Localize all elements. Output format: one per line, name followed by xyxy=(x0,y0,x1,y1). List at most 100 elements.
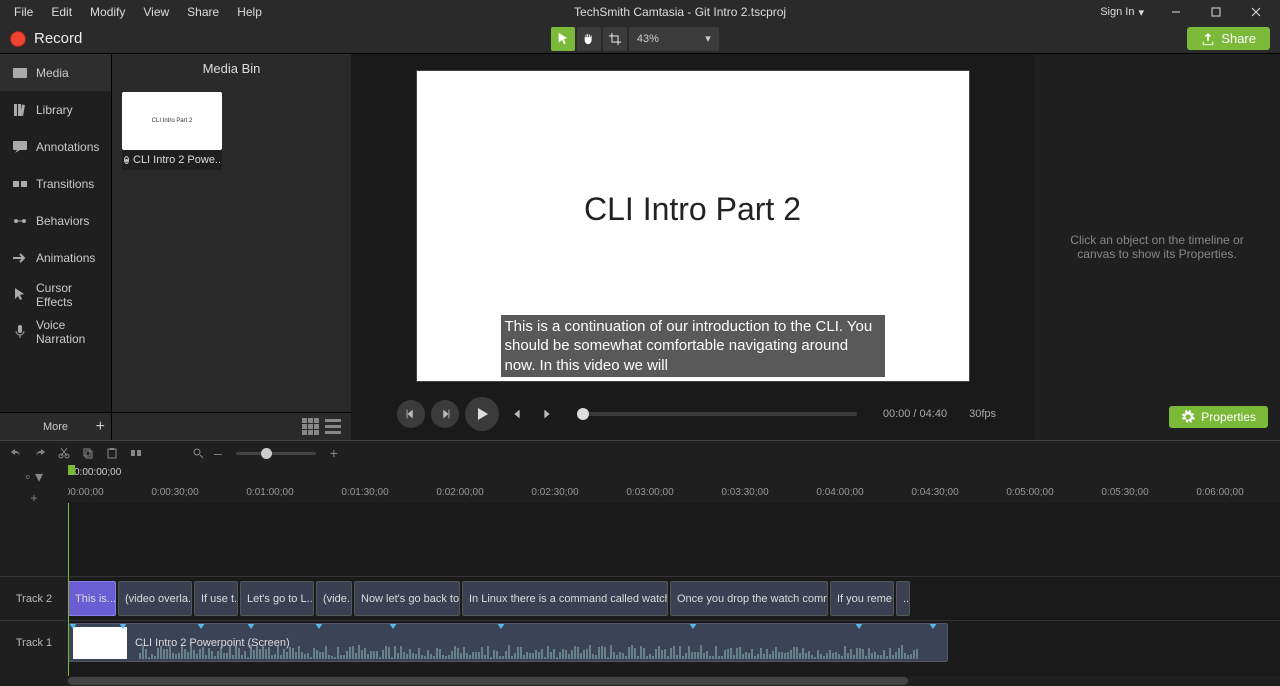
close-button[interactable] xyxy=(1238,0,1274,24)
marker-dropdown-icon[interactable]: ◦ ▾ xyxy=(25,467,43,487)
paste-button[interactable] xyxy=(104,445,120,461)
ruler-tick: 0:05:00;00 xyxy=(1006,487,1053,498)
sign-in-button[interactable]: Sign In ▾ xyxy=(1090,6,1154,19)
caption-clip[interactable]: (vide... xyxy=(316,581,352,616)
share-icon xyxy=(1201,32,1215,46)
clip-marker[interactable] xyxy=(315,623,323,629)
cut-button[interactable] xyxy=(56,445,72,461)
caption-clip[interactable]: This is... xyxy=(68,581,116,616)
redo-button[interactable] xyxy=(32,445,48,461)
ruler-tick: 0:03:00;00 xyxy=(626,487,673,498)
caption-clip[interactable]: If you reme... xyxy=(830,581,894,616)
clip-marker[interactable] xyxy=(69,623,77,629)
track-row-1[interactable]: CLI Intro 2 Powerpoint (Screen) xyxy=(68,620,1280,664)
clip-marker[interactable] xyxy=(497,623,505,629)
clip-marker[interactable] xyxy=(119,623,127,629)
sidebar-tab-annotations[interactable]: Annotations xyxy=(0,128,111,165)
sidebar-tab-library[interactable]: Library xyxy=(0,91,111,128)
caption-clip[interactable]: If use t... xyxy=(194,581,238,616)
record-button[interactable]: Record xyxy=(0,30,82,47)
ruler-tick: 0:01:30;00 xyxy=(341,487,388,498)
timeline-ruler[interactable]: 0:00:00;00 0:00:00;000:00:30;000:01:00;0… xyxy=(68,465,1280,503)
menu-help[interactable]: Help xyxy=(229,3,270,21)
caption-clip[interactable]: Now let's go back to... xyxy=(354,581,460,616)
sidebar-tab-behaviors[interactable]: Behaviors xyxy=(0,202,111,239)
properties-button[interactable]: Properties xyxy=(1169,406,1268,428)
menu-edit[interactable]: Edit xyxy=(43,3,80,21)
minimize-button[interactable] xyxy=(1158,0,1194,24)
crop-tool-button[interactable] xyxy=(603,27,627,51)
canvas-zoom-select[interactable]: 43% ▾ xyxy=(629,27,719,51)
media-bin-panel: Media Bin CLI Intro Part 2 CLI Intro 2 P… xyxy=(112,54,351,440)
menu-share[interactable]: Share xyxy=(179,3,227,21)
more-label: More xyxy=(43,421,68,433)
zoom-search-icon xyxy=(190,445,206,461)
chevron-down-icon: ▾ xyxy=(705,32,711,45)
timeline-panel: – + ◦ ▾ + ▾ 0:00:00;00 0:00:00;000:00:30… xyxy=(0,440,1280,686)
sidebar-tab-voice-narration[interactable]: Voice Narration xyxy=(0,313,111,350)
caption-clip[interactable]: ... xyxy=(896,581,910,616)
copy-button[interactable] xyxy=(80,445,96,461)
track-label-1[interactable]: Track 1 xyxy=(0,620,68,664)
share-button[interactable]: Share xyxy=(1187,27,1270,50)
media-bin-header: Media Bin xyxy=(112,54,351,82)
menu-file[interactable]: File xyxy=(6,3,41,21)
menu-modify[interactable]: Modify xyxy=(82,3,133,21)
previous-clip-button[interactable] xyxy=(505,402,529,426)
grid-view-button[interactable] xyxy=(301,418,319,436)
timeline-scrollbar[interactable] xyxy=(0,676,1280,686)
playback-controls: 00:00 / 04:40 30fps xyxy=(351,388,1034,440)
previous-frame-button[interactable] xyxy=(397,400,425,428)
seek-handle[interactable] xyxy=(577,408,589,420)
next-clip-button[interactable] xyxy=(535,402,559,426)
recording-indicator-icon xyxy=(124,156,129,164)
main-menu: File Edit Modify View Share Help xyxy=(0,3,270,21)
sidebar-tab-media[interactable]: Media xyxy=(0,54,111,91)
zoom-in-button[interactable]: + xyxy=(330,445,338,461)
plus-icon: + xyxy=(96,418,105,436)
zoom-out-button[interactable]: – xyxy=(214,445,222,461)
sidebar-more-button[interactable]: More + xyxy=(0,412,111,440)
media-item[interactable]: CLI Intro Part 2 CLI Intro 2 Powe... xyxy=(122,92,222,170)
split-button[interactable] xyxy=(128,445,144,461)
ruler-tick: 0:04:30;00 xyxy=(911,487,958,498)
clip-marker[interactable] xyxy=(389,623,397,629)
seek-bar[interactable] xyxy=(577,412,857,416)
caption-clip[interactable]: (video overla... xyxy=(118,581,192,616)
sidebar-tab-transitions[interactable]: Transitions xyxy=(0,165,111,202)
clip-marker[interactable] xyxy=(855,623,863,629)
timeline-zoom-slider[interactable] xyxy=(236,452,316,455)
sidebar-tab-cursor-effects[interactable]: Cursor Effects xyxy=(0,276,111,313)
clip-marker[interactable] xyxy=(929,623,937,629)
clip-marker[interactable] xyxy=(197,623,205,629)
menu-view[interactable]: View xyxy=(135,3,177,21)
clip-marker[interactable] xyxy=(689,623,697,629)
play-button[interactable] xyxy=(465,397,499,431)
maximize-button[interactable] xyxy=(1198,0,1234,24)
caption-clip[interactable]: In Linux there is a command called watch… xyxy=(462,581,668,616)
playback-fps: 30fps xyxy=(961,408,1004,420)
list-view-button[interactable] xyxy=(325,418,343,436)
properties-panel: Click an object on the timeline or canva… xyxy=(1034,54,1280,440)
zoom-value: 43% xyxy=(637,33,659,45)
caption-clip[interactable]: Once you drop the watch comm... xyxy=(670,581,828,616)
next-frame-button[interactable] xyxy=(431,400,459,428)
pan-tool-button[interactable] xyxy=(577,27,601,51)
record-label: Record xyxy=(34,30,82,47)
sidebar-tab-animations[interactable]: Animations xyxy=(0,239,111,276)
zoom-slider-handle[interactable] xyxy=(261,448,272,459)
track-label-2[interactable]: Track 2 xyxy=(0,576,68,620)
track-row-2[interactable]: This is...(video overla...If use t...Let… xyxy=(68,576,1280,620)
ruler-tick: 0:00:30;00 xyxy=(151,487,198,498)
ruler-tick: 0:02:00;00 xyxy=(436,487,483,498)
playhead-line xyxy=(68,503,69,676)
preview-canvas[interactable]: CLI Intro Part 2 This is a continuation … xyxy=(417,71,969,381)
clip-marker[interactable] xyxy=(247,623,255,629)
undo-button[interactable] xyxy=(8,445,24,461)
caption-clip[interactable]: Let's go to L... xyxy=(240,581,314,616)
record-icon xyxy=(10,31,26,47)
select-tool-button[interactable] xyxy=(551,27,575,51)
media-clip[interactable]: CLI Intro 2 Powerpoint (Screen) xyxy=(68,623,948,662)
title-bar: File Edit Modify View Share Help TechSmi… xyxy=(0,0,1280,24)
caption-overlay: This is a continuation of our introducti… xyxy=(501,315,885,378)
